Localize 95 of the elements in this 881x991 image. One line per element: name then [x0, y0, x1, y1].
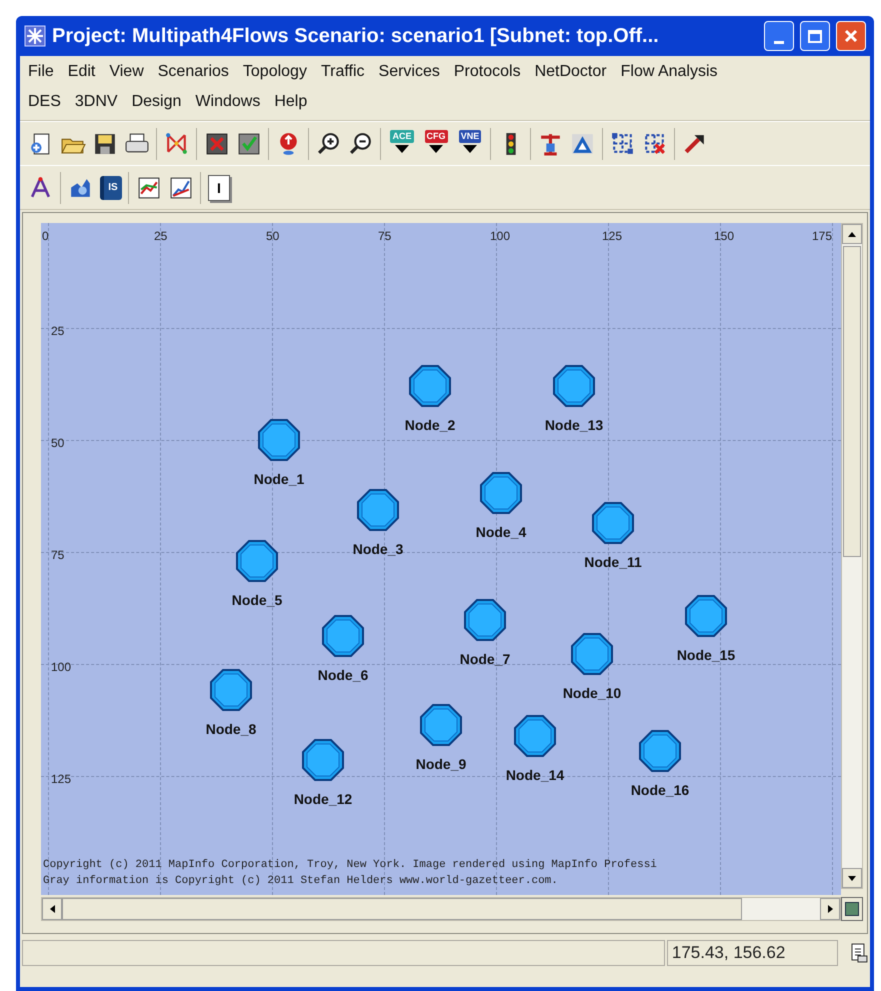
menu-item[interactable]: NetDoctor [534, 60, 607, 84]
axis-label: 0 [42, 228, 49, 245]
delete-icon[interactable] [204, 130, 230, 156]
scroll-thumb[interactable] [62, 898, 742, 920]
copyright-text: Copyright (c) 2011 MapInfo Corporation, Troy, New York. Image rendered using MapInfo Professi [43, 858, 657, 873]
node-icon[interactable] [209, 668, 253, 712]
axis-label: 125 [51, 771, 72, 788]
vertical-scrollbar[interactable] [841, 223, 863, 889]
node-label: Node_15 [676, 646, 736, 665]
node-label: Node_7 [460, 650, 510, 669]
node-label: Node_2 [404, 416, 456, 435]
menu-item[interactable]: Design [132, 90, 182, 114]
node-icon[interactable] [257, 418, 301, 462]
left-arrow-icon [50, 905, 54, 913]
maximize-button[interactable] [800, 21, 830, 51]
node-icon[interactable] [301, 738, 345, 782]
axis-label: 25 [154, 228, 168, 245]
menu-item[interactable]: Scenarios [158, 60, 229, 84]
book-button[interactable]: IS [100, 176, 122, 200]
menu-item[interactable]: Traffic [320, 60, 365, 84]
chart-icon[interactable] [136, 174, 162, 200]
zoom-out-icon[interactable] [348, 130, 374, 156]
node-icon[interactable] [591, 501, 635, 545]
down-arrow-icon [848, 876, 856, 880]
tag-dropdown-button[interactable]: VNE [456, 130, 484, 158]
node-icon[interactable] [419, 703, 463, 747]
node-icon[interactable] [463, 598, 507, 642]
node-icon[interactable] [235, 539, 279, 583]
menu-item[interactable]: 3DNV [74, 90, 118, 114]
checkmark-icon[interactable] [236, 130, 262, 156]
axis-label: 100 [490, 228, 510, 245]
up-arrow-icon [848, 232, 856, 236]
menu-item[interactable]: Protocols [454, 60, 521, 84]
axis-label: 175 [812, 228, 832, 245]
node-label: Node_13 [544, 416, 604, 435]
copyright-text: Gray information is Copyright (c) 2011 Stefan Helders www.world-gazetteer.com. [43, 874, 559, 889]
scroll-right-button[interactable] [820, 898, 840, 920]
axis-label: 100 [51, 659, 72, 676]
node-icon[interactable] [408, 364, 452, 408]
close-icon [843, 28, 859, 44]
menu-item[interactable]: Flow Analysis [620, 60, 718, 84]
menu-item[interactable]: View [109, 60, 144, 84]
axis-label: 150 [714, 228, 734, 245]
node-label: Node_6 [318, 666, 368, 685]
menu-item[interactable]: Topology [242, 60, 307, 84]
scroll-up-button[interactable] [842, 224, 862, 244]
axis-label: 125 [602, 228, 622, 245]
node-icon[interactable] [570, 632, 614, 676]
network-icon[interactable] [610, 130, 636, 156]
node-label: Node_1 [254, 470, 304, 489]
line-chart-icon[interactable] [168, 174, 194, 200]
scroll-thumb[interactable] [843, 246, 861, 557]
page-button[interactable]: I [208, 174, 230, 200]
node-icon[interactable] [321, 614, 365, 658]
node-icon[interactable] [638, 729, 682, 773]
corner-button[interactable] [841, 897, 863, 921]
zoom-in-icon[interactable] [316, 130, 342, 156]
scroll-down-button[interactable] [842, 868, 862, 888]
menu-item[interactable]: File [28, 60, 54, 84]
axis-label: 50 [266, 228, 280, 245]
axis-label: 75 [378, 228, 392, 245]
node-label: Node_9 [416, 755, 466, 774]
horizontal-scrollbar[interactable] [41, 897, 842, 921]
axis-label: 75 [51, 547, 64, 564]
menu-item[interactable]: Services [378, 60, 440, 84]
node-label: Node_10 [562, 684, 622, 703]
document-icon[interactable] [850, 943, 868, 963]
menu-item[interactable]: DES [28, 90, 61, 114]
menu-item[interactable]: Windows [195, 90, 260, 114]
minimize-button[interactable] [764, 21, 794, 51]
graph-icon[interactable] [164, 130, 190, 156]
node-label: Node_11 [584, 553, 642, 572]
close-button[interactable] [836, 21, 866, 51]
coordinates-readout: 175.43, 156.62 [666, 940, 838, 966]
node-label: Node_3 [352, 540, 404, 559]
window-title: Project: Multipath4Flows Scenario: scenario1 [Subnet: top.Off... [52, 24, 660, 49]
node-label: Node_14 [506, 766, 564, 785]
node-icon[interactable] [479, 471, 523, 515]
menu-item[interactable]: Edit [68, 60, 96, 84]
menu-item[interactable]: Help [274, 90, 308, 114]
node-label: Node_4 [476, 523, 526, 542]
axis-label: 50 [51, 435, 64, 452]
node-icon[interactable] [684, 594, 728, 638]
node-label: Node_8 [206, 720, 256, 739]
node-label: Node_5 [232, 591, 282, 610]
node-icon[interactable] [356, 488, 400, 532]
scroll-left-button[interactable] [42, 898, 62, 920]
node-icon[interactable] [513, 714, 557, 758]
tag-dropdown-button[interactable]: CFG [422, 130, 450, 158]
app-icon [24, 25, 46, 47]
node-label: Node_16 [630, 781, 690, 800]
node-icon[interactable] [552, 364, 596, 408]
node-label: Node_12 [294, 790, 352, 809]
axis-label: 25 [51, 323, 64, 340]
right-arrow-icon [828, 905, 833, 913]
